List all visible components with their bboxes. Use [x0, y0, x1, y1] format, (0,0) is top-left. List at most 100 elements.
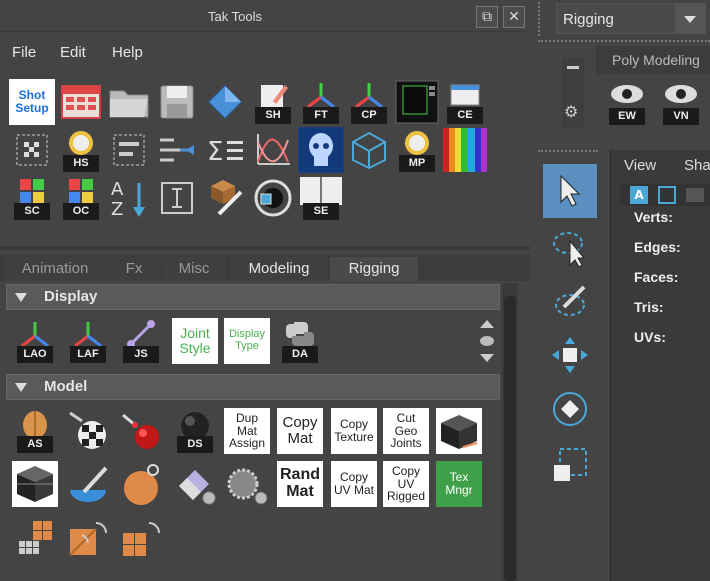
shelf-scroll-arrows[interactable]: [478, 318, 496, 364]
dup-mat-assign-button[interactable]: Dup Mat Assign: [224, 408, 270, 454]
close-button[interactable]: ✕: [503, 6, 525, 28]
text-box-icon: [161, 182, 193, 214]
minus-icon[interactable]: [567, 66, 579, 69]
align-button[interactable]: [154, 127, 200, 173]
scale-tool[interactable]: [543, 438, 597, 492]
select-tool[interactable]: [543, 164, 597, 218]
view-menu[interactable]: View: [624, 157, 656, 174]
joint-style-button[interactable]: Joint Style: [172, 318, 218, 364]
shelf-scroll-thumb[interactable]: [504, 296, 516, 581]
open-folder-button[interactable]: [106, 79, 152, 125]
sort-az-button[interactable]: AZ: [106, 175, 152, 221]
sc-button[interactable]: SC: [9, 175, 55, 221]
copy-mat-button[interactable]: Copy Mat: [277, 408, 323, 454]
tab-rigging[interactable]: Rigging: [330, 257, 418, 281]
ds-button[interactable]: DS: [172, 408, 218, 454]
eraser-button[interactable]: [172, 461, 218, 507]
menu-set-dropdown[interactable]: Rigging: [556, 3, 706, 34]
rand-mat-button[interactable]: Rand Mat: [277, 461, 323, 507]
graph-curve-button[interactable]: [250, 127, 296, 173]
move-tool[interactable]: [543, 328, 597, 382]
shot-setup-button[interactable]: Shot Setup: [9, 79, 55, 125]
up-down-arrows-icon: [480, 320, 494, 362]
dup-mat-assign-label: Dup Mat Assign: [228, 411, 266, 451]
orange-sphere-button[interactable]: [118, 461, 164, 507]
sh-button[interactable]: SH: [250, 79, 296, 125]
display-type-button[interactable]: Display Type: [224, 318, 270, 364]
uv-grid-button[interactable]: [12, 514, 58, 560]
monitor-button[interactable]: [394, 79, 440, 125]
ew-tag: EW: [609, 108, 645, 125]
checker-select-button[interactable]: [9, 127, 55, 173]
xray-button[interactable]: [298, 127, 344, 173]
as-tag: AS: [17, 436, 53, 453]
ce-button[interactable]: CE: [442, 79, 488, 125]
sum-list-button[interactable]: Σ: [202, 127, 248, 173]
copy-uv-mat-button[interactable]: Copy UV Mat: [331, 461, 377, 507]
tex-mngr-button[interactable]: Tex Mngr: [436, 461, 482, 507]
restore-button[interactable]: ⧉: [476, 6, 498, 28]
gear-icon[interactable]: ⚙: [564, 102, 578, 121]
diamond-button[interactable]: [202, 79, 248, 125]
hs-tag: HS: [63, 155, 99, 172]
model-section-header[interactable]: Model: [6, 374, 500, 400]
copy-texture-button[interactable]: Copy Texture: [331, 408, 377, 454]
rotate-uv-button[interactable]: [65, 514, 111, 560]
laf-button[interactable]: LAF: [65, 318, 111, 364]
ew-button[interactable]: EW: [604, 80, 650, 126]
se-button[interactable]: SE: [298, 175, 344, 221]
mp-button[interactable]: MP: [394, 127, 440, 173]
cube-wire-button[interactable]: [346, 127, 392, 173]
tab-modeling[interactable]: Modeling: [230, 257, 328, 281]
da-button[interactable]: DA: [277, 318, 323, 364]
camera-icon[interactable]: [686, 188, 704, 202]
paint-bowl-button[interactable]: [65, 461, 111, 507]
copy-uv-rigged-button[interactable]: Copy UV Rigged: [383, 461, 429, 507]
shading-menu[interactable]: Sha: [684, 157, 710, 174]
lao-button[interactable]: LAO: [12, 318, 58, 364]
cut-geo-joints-button[interactable]: Cut Geo Joints: [383, 408, 429, 454]
frame-icon[interactable]: [658, 186, 676, 204]
red-ball-button[interactable]: [118, 408, 164, 454]
rotate-tool[interactable]: [543, 382, 597, 436]
ce-tag: CE: [447, 107, 483, 124]
tex-mngr-label: Tex Mngr: [445, 470, 473, 497]
tab-animation[interactable]: Animation: [4, 257, 106, 281]
tab-fx[interactable]: Fx: [108, 257, 160, 281]
checker-ball-icon: [69, 411, 106, 449]
menu-edit[interactable]: Edit: [60, 44, 86, 61]
text-a-icon[interactable]: A: [630, 186, 648, 204]
clock-icon: [69, 131, 93, 155]
saw-button[interactable]: [224, 461, 270, 507]
arrow-cursor-icon: [560, 174, 581, 207]
tab-misc[interactable]: Misc: [162, 257, 226, 281]
shelf-tab-poly-modeling[interactable]: Poly Modeling: [596, 46, 710, 74]
hs-button[interactable]: HS: [58, 127, 104, 173]
as-button[interactable]: AS: [12, 408, 58, 454]
calendar-grid-button[interactable]: [58, 79, 104, 125]
axis-icon: [21, 322, 49, 348]
oc-button[interactable]: OC: [58, 175, 104, 221]
js-button[interactable]: JS: [118, 318, 164, 364]
layout-select-button[interactable]: [106, 127, 152, 173]
vn-button[interactable]: VN: [658, 80, 704, 126]
color-spectrum-button[interactable]: [442, 127, 488, 173]
crate-brush-button[interactable]: [202, 175, 248, 221]
menu-file[interactable]: File: [12, 44, 36, 61]
ft-button[interactable]: FT: [298, 79, 344, 125]
rotate-uv-split-button[interactable]: [118, 514, 164, 560]
cube-top-button[interactable]: [436, 408, 482, 454]
checker-material-button[interactable]: [65, 408, 111, 454]
cube-stack-button[interactable]: [12, 461, 58, 507]
menu-help[interactable]: Help: [112, 44, 143, 61]
paint-select-tool[interactable]: [543, 274, 597, 328]
display-section-header[interactable]: Display: [6, 284, 500, 310]
circle-node-button[interactable]: [250, 175, 296, 221]
python-icon: [286, 322, 314, 346]
lasso-tool[interactable]: [543, 220, 597, 274]
save-button[interactable]: [154, 79, 200, 125]
cp-button[interactable]: CP: [346, 79, 392, 125]
rotate-uv-split-icon: [123, 522, 160, 556]
svg-text:Z: Z: [111, 199, 123, 219]
text-cursor-button[interactable]: [154, 175, 200, 221]
